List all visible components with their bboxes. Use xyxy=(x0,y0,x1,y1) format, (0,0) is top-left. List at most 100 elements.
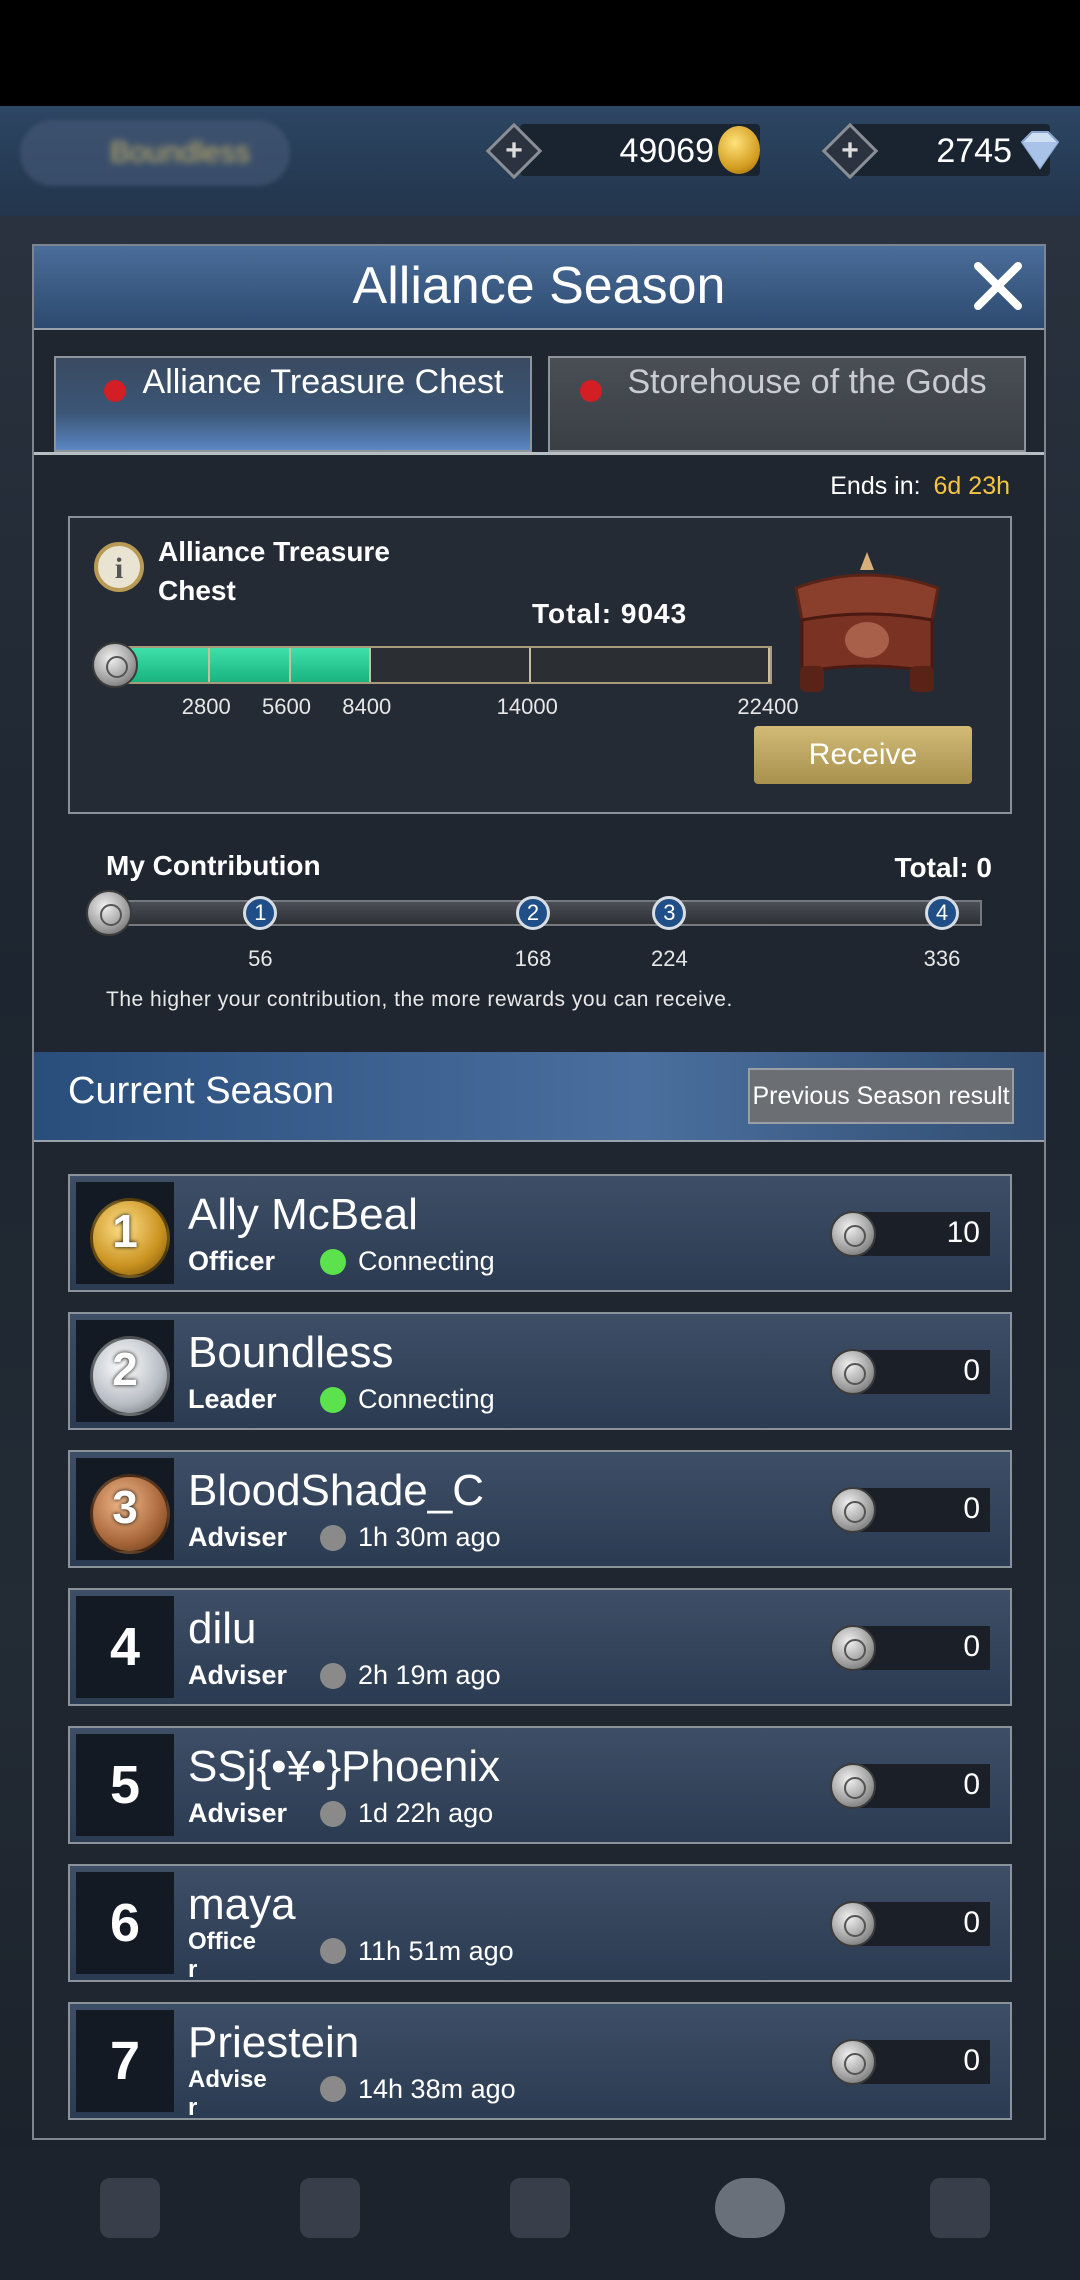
member-score: 0 xyxy=(963,2044,980,2077)
notification-dot-icon xyxy=(580,380,602,402)
offline-status-icon xyxy=(320,1938,346,1964)
current-season-title: Current Season xyxy=(68,1070,335,1112)
gold-amount: 49069 xyxy=(619,132,714,170)
alliance-coin-icon xyxy=(830,2039,876,2085)
member-row[interactable]: 2 Boundless Leader Connecting 0 xyxy=(68,1312,1012,1430)
member-name: Boundless xyxy=(188,1328,394,1377)
member-name: Priestein xyxy=(188,2018,360,2067)
offline-status-icon xyxy=(320,1801,346,1827)
chest-progress-bar xyxy=(126,646,772,684)
member-name: dilu xyxy=(188,1604,257,1653)
member-row[interactable]: 7 Priestein Advise r 14h 38m ago 0 xyxy=(68,2002,1012,2121)
member-status: Connecting xyxy=(358,1384,495,1414)
nav-item-4[interactable] xyxy=(650,2158,850,2268)
offline-status-icon xyxy=(320,1525,346,1551)
rank-number: 5 xyxy=(109,1755,141,1815)
ends-in: Ends in: 6d 23h xyxy=(830,472,1010,501)
offline-status-icon xyxy=(320,1663,346,1689)
nav-item-2[interactable] xyxy=(230,2158,430,2268)
online-status-icon xyxy=(320,1249,346,1275)
contribution-hint: The higher your contribution, the more r… xyxy=(106,988,733,1011)
member-score: 0 xyxy=(963,1906,980,1939)
tab-label: Alliance Treasure Chest xyxy=(142,363,504,401)
member-score: 0 xyxy=(963,1768,980,1801)
chest-tick-label: 8400 xyxy=(342,694,392,719)
alliance-coin-icon xyxy=(830,1763,876,1809)
milestone-badge-4[interactable]: 4 xyxy=(925,896,959,930)
chest-tick xyxy=(529,648,532,682)
alliance-coin-icon xyxy=(830,1487,876,1533)
alliance-coin-icon xyxy=(830,1625,876,1671)
nav-item-1[interactable] xyxy=(30,2158,230,2268)
member-score: 10 xyxy=(946,1216,980,1249)
member-role: Leader xyxy=(188,1384,277,1414)
online-status-icon xyxy=(320,1387,346,1413)
nav-item-5[interactable] xyxy=(860,2158,1060,2268)
rank-number: 4 xyxy=(109,1617,141,1677)
member-score: 0 xyxy=(963,1354,980,1387)
milestone-value: 56 xyxy=(248,946,273,971)
chest-title: Alliance Treasure Chest xyxy=(158,536,390,606)
rank-cell: 7 xyxy=(76,2010,174,2112)
rank-cell: 6 xyxy=(76,1872,174,1974)
close-icon[interactable] xyxy=(970,258,1026,314)
receive-button[interactable]: Receive xyxy=(754,726,972,784)
chest-tick xyxy=(768,648,770,682)
rank-cell: 3 xyxy=(76,1458,174,1560)
contribution-total: Total: 0 xyxy=(894,852,992,883)
member-score: 0 xyxy=(963,1630,980,1663)
member-role: Adviser xyxy=(188,1660,288,1690)
member-name: Ally McBeal xyxy=(188,1190,418,1239)
member-name: BloodShade_C xyxy=(188,1466,485,1515)
member-role: Advise r xyxy=(188,2066,267,2121)
rank-cell: 5 xyxy=(76,1734,174,1836)
member-status: 1h 30m ago xyxy=(358,1522,501,1552)
chest-tick-label: 2800 xyxy=(181,694,231,719)
member-status: 2h 19m ago xyxy=(358,1660,501,1690)
contribution-title: My Contribution xyxy=(106,850,321,881)
alliance-coin-icon xyxy=(86,890,132,936)
member-status: 14h 38m ago xyxy=(358,2074,516,2104)
rank-number: 6 xyxy=(109,1893,141,1953)
member-row[interactable]: 6 maya Office r 11h 51m ago 0 xyxy=(68,1864,1012,1983)
rank-cell: 1 xyxy=(76,1182,174,1284)
alliance-season-dialog: Alliance Season Alliance Treasure Chest … xyxy=(32,244,1046,2140)
alliance-coin-icon xyxy=(830,1349,876,1395)
nav-item-3[interactable] xyxy=(440,2158,640,2268)
member-status: Connecting xyxy=(358,1246,495,1276)
member-role: Adviser xyxy=(188,1798,288,1828)
gold-coin-icon xyxy=(718,126,760,174)
member-role: Office r xyxy=(188,1928,257,1983)
rank-number: 3 xyxy=(112,1481,138,1533)
offline-status-icon xyxy=(320,2076,346,2102)
milestone-badge-2[interactable]: 2 xyxy=(516,896,550,930)
dialog-header: Alliance Season xyxy=(34,246,1044,330)
tab-label: Storehouse of the Gods xyxy=(627,363,987,401)
notification-dot-icon xyxy=(104,380,126,402)
chest-total: Total: 9043 xyxy=(532,598,688,629)
info-icon[interactable]: i xyxy=(94,542,144,592)
chest-tick xyxy=(288,648,291,682)
rank-number: 1 xyxy=(112,1205,138,1257)
member-role: Officer xyxy=(188,1246,276,1276)
alliance-coin-icon xyxy=(92,642,138,688)
member-role: Adviser xyxy=(188,1522,288,1552)
tab-storehouse-of-the-gods[interactable]: Storehouse of the Gods xyxy=(548,356,1026,452)
tab-alliance-treasure-chest[interactable]: Alliance Treasure Chest xyxy=(54,356,532,452)
member-row[interactable]: 1 Ally McBeal Officer Connecting 10 xyxy=(68,1174,1012,1292)
treasure-chest-icon xyxy=(782,548,952,703)
milestone-value: 224 xyxy=(650,946,688,971)
member-score: 0 xyxy=(963,1492,980,1525)
alliance-coin-icon xyxy=(830,1211,876,1257)
member-row[interactable]: 4 dilu Adviser 2h 19m ago 0 xyxy=(68,1588,1012,1706)
player-name-pill: Boundless xyxy=(20,120,290,186)
previous-season-result-button[interactable]: Previous Season result xyxy=(748,1068,1014,1124)
rank-number: 7 xyxy=(109,2031,141,2091)
member-status: 1d 22h ago xyxy=(358,1798,494,1828)
chest-tick xyxy=(368,648,371,682)
chest-tick-label: 14000 xyxy=(496,694,558,719)
member-status: 11h 51m ago xyxy=(358,1936,514,1966)
member-row[interactable]: 5 SSj{•¥•}Phoenix Adviser 1d 22h ago 0 xyxy=(68,1726,1012,1844)
member-row[interactable]: 3 BloodShade_C Adviser 1h 30m ago 0 xyxy=(68,1450,1012,1568)
tab-divider xyxy=(34,452,1044,455)
